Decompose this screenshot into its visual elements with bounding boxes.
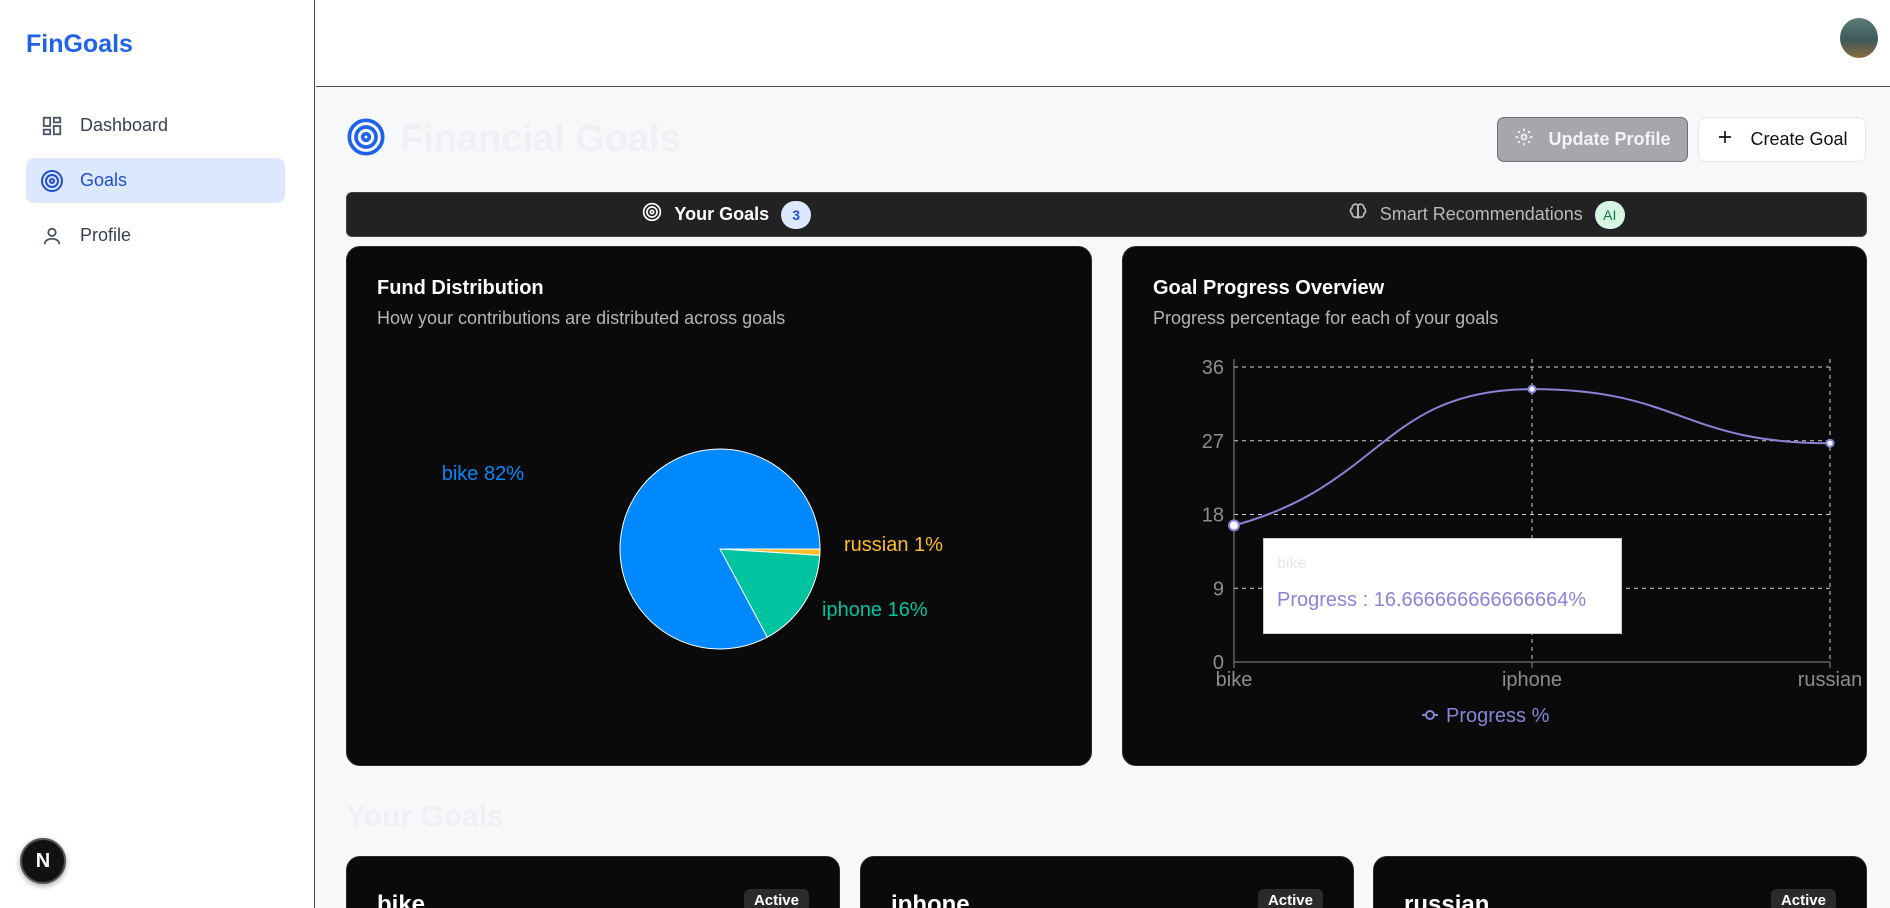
chart-legend: Progress % (1422, 705, 1550, 727)
target-icon (40, 169, 64, 193)
sidebar-item-label: Dashboard (80, 115, 169, 135)
update-profile-label: Update Profile (1548, 129, 1671, 149)
page-header: Financial Goals (346, 117, 681, 162)
tab-label: Smart Recommendations (1379, 204, 1583, 224)
update-profile-button[interactable]: Update Profile (1497, 117, 1688, 162)
pie-chart: russian 1% iphone 16% bike 82% (442, 448, 943, 650)
dashboard-icon (40, 114, 64, 138)
line-chart: 09182736bike iphone russianProgress % (1202, 357, 1862, 727)
tooltip-value: Progress : 16.666666666666664% (1277, 589, 1587, 611)
tab-smart-recommendations[interactable]: Smart Recommendations AI (1107, 193, 1867, 236)
data-point-russian[interactable] (1825, 438, 1835, 448)
sidebar-item-profile[interactable]: Profile (26, 213, 285, 258)
sidebar: FinGoals Dashboard Goals Profile N (0, 0, 315, 908)
status-badge: Active (1257, 889, 1323, 908)
goal-name: bike (377, 891, 426, 908)
goal-card[interactable]: russian Active (1373, 856, 1867, 908)
plus-icon (1716, 128, 1734, 151)
goal-name: russian (1404, 891, 1490, 908)
y-tick-label: 27 (1202, 431, 1224, 453)
sidebar-item-dashboard[interactable]: Dashboard (26, 103, 285, 148)
status-badge: Active (1770, 889, 1836, 908)
user-icon (40, 224, 64, 248)
data-point-bike[interactable] (1228, 519, 1240, 532)
page-title: Financial Goals (400, 118, 681, 160)
target-icon (642, 202, 662, 227)
goal-progress-card: Goal Progress Overview Progress percenta… (1122, 246, 1867, 766)
goals-tabs: Your Goals 3 Smart Recommendations AI (346, 192, 1867, 237)
goal-card[interactable]: bike Active (346, 856, 840, 908)
target-icon (346, 117, 386, 162)
tooltip-label: bike (1277, 555, 1307, 572)
tab-label: Your Goals (674, 204, 770, 224)
legend-marker-icon (1425, 710, 1435, 720)
x-tick-label: bike (1216, 669, 1253, 691)
sidebar-item-goals[interactable]: Goals (26, 158, 285, 203)
goal-card[interactable]: iphone Active (860, 856, 1354, 908)
pie-label-russian: russian 1% (844, 534, 943, 556)
sidebar-nav: Dashboard Goals Profile (26, 103, 285, 268)
brand-logo[interactable]: FinGoals (26, 30, 133, 59)
legend-label: Progress % (1446, 705, 1550, 727)
avatar[interactable] (1840, 18, 1878, 58)
x-tick-label: iphone (1502, 669, 1562, 691)
tab-your-goals[interactable]: Your Goals 3 (347, 193, 1107, 236)
pie-label-bike: bike 82% (442, 463, 524, 485)
fund-distribution-card: Fund Distribution How your contributions… (346, 246, 1092, 766)
y-tick-label: 9 (1213, 578, 1224, 600)
x-tick-label: russian (1798, 669, 1862, 691)
goal-count-badge: 3 (781, 200, 812, 229)
sidebar-item-label: Goals (80, 170, 128, 190)
gear-icon (1514, 127, 1534, 152)
y-tick-label: 36 (1202, 357, 1224, 379)
framework-badge[interactable]: N (20, 838, 66, 884)
ai-badge: AI (1594, 200, 1625, 229)
brain-icon (1348, 202, 1368, 227)
y-tick-label: 18 (1202, 505, 1224, 527)
data-point-iphone[interactable] (1527, 384, 1537, 394)
topbar (316, 0, 1890, 87)
sidebar-item-label: Profile (80, 225, 132, 245)
section-title: Your Goals (346, 800, 504, 833)
chart-tooltip: bike Progress : 16.666666666666664% (1263, 538, 1622, 634)
create-goal-label: Create Goal (1750, 129, 1848, 149)
pie-label-iphone: iphone 16% (822, 599, 928, 621)
create-goal-button[interactable]: Create Goal (1698, 117, 1866, 162)
goal-name: iphone (891, 891, 970, 908)
status-badge: Active (743, 889, 809, 908)
